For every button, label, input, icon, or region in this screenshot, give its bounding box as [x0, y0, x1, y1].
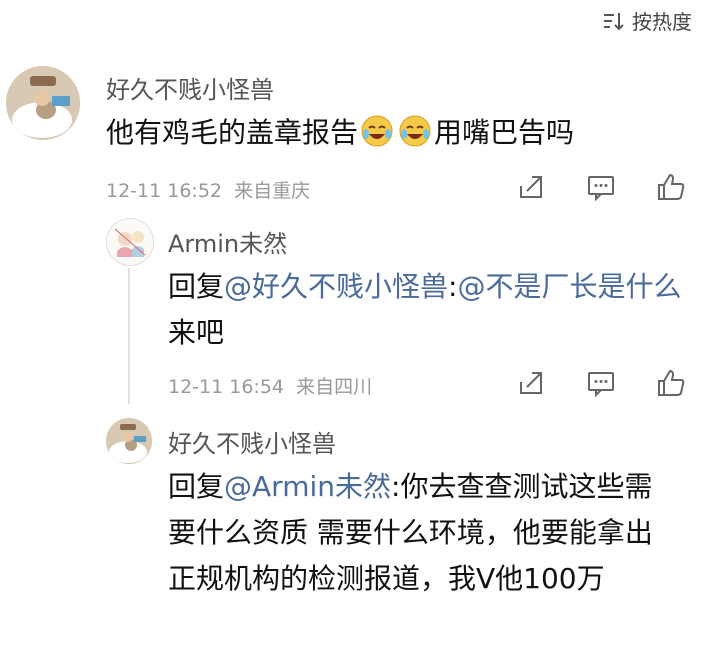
location: 来自重庆: [234, 180, 311, 202]
sort-by-heat-button[interactable]: 按热度: [602, 6, 692, 35]
share-icon[interactable]: [516, 172, 546, 202]
avatar-cat-image: [6, 66, 80, 140]
share-icon[interactable]: [516, 368, 546, 398]
comment-meta: 12-11 16:52 来自重庆: [106, 176, 310, 203]
sort-label: 按热度: [632, 10, 692, 34]
avatar[interactable]: [106, 418, 152, 464]
laugh-cry-emoji-icon: [399, 115, 431, 147]
comment-actions: [516, 368, 686, 398]
username[interactable]: 好久不贱小怪兽: [168, 424, 336, 459]
location: 来自四川: [296, 376, 373, 398]
reply-text: 回复@好久不贱小怪兽:@不是厂长是什么 来吧: [168, 270, 682, 349]
sort-icon: [604, 12, 624, 30]
avatar-cat-image: [106, 418, 152, 464]
comment-icon[interactable]: [586, 368, 616, 398]
comment-text: 他有鸡毛的盖章报告 用嘴巴告吗: [106, 115, 575, 149]
reply-text: 回复@Armin未然:你去查查测试这些需要什么资质 需要什么环境，他要能拿出正规…: [168, 470, 653, 595]
mention-link[interactable]: @Armin未然: [224, 470, 391, 503]
avatar[interactable]: [106, 218, 154, 266]
timestamp: 12-11 16:54: [168, 376, 285, 398]
avatar-illustration: [107, 219, 153, 265]
like-icon[interactable]: [656, 172, 686, 202]
comment-meta: 12-11 16:54 来自四川: [168, 372, 372, 399]
thread-line: [128, 268, 130, 404]
comment-actions: [516, 172, 686, 202]
avatar[interactable]: [6, 66, 80, 140]
username[interactable]: 好久不贱小怪兽: [106, 70, 274, 105]
timestamp: 12-11 16:52: [106, 180, 223, 202]
mention-link[interactable]: @不是厂长是什么: [457, 270, 681, 303]
mention-link[interactable]: @好久不贱小怪兽: [224, 270, 448, 303]
comment-icon[interactable]: [586, 172, 616, 202]
laugh-cry-emoji-icon: [361, 115, 393, 147]
username[interactable]: Armin未然: [168, 224, 287, 259]
like-icon[interactable]: [656, 368, 686, 398]
